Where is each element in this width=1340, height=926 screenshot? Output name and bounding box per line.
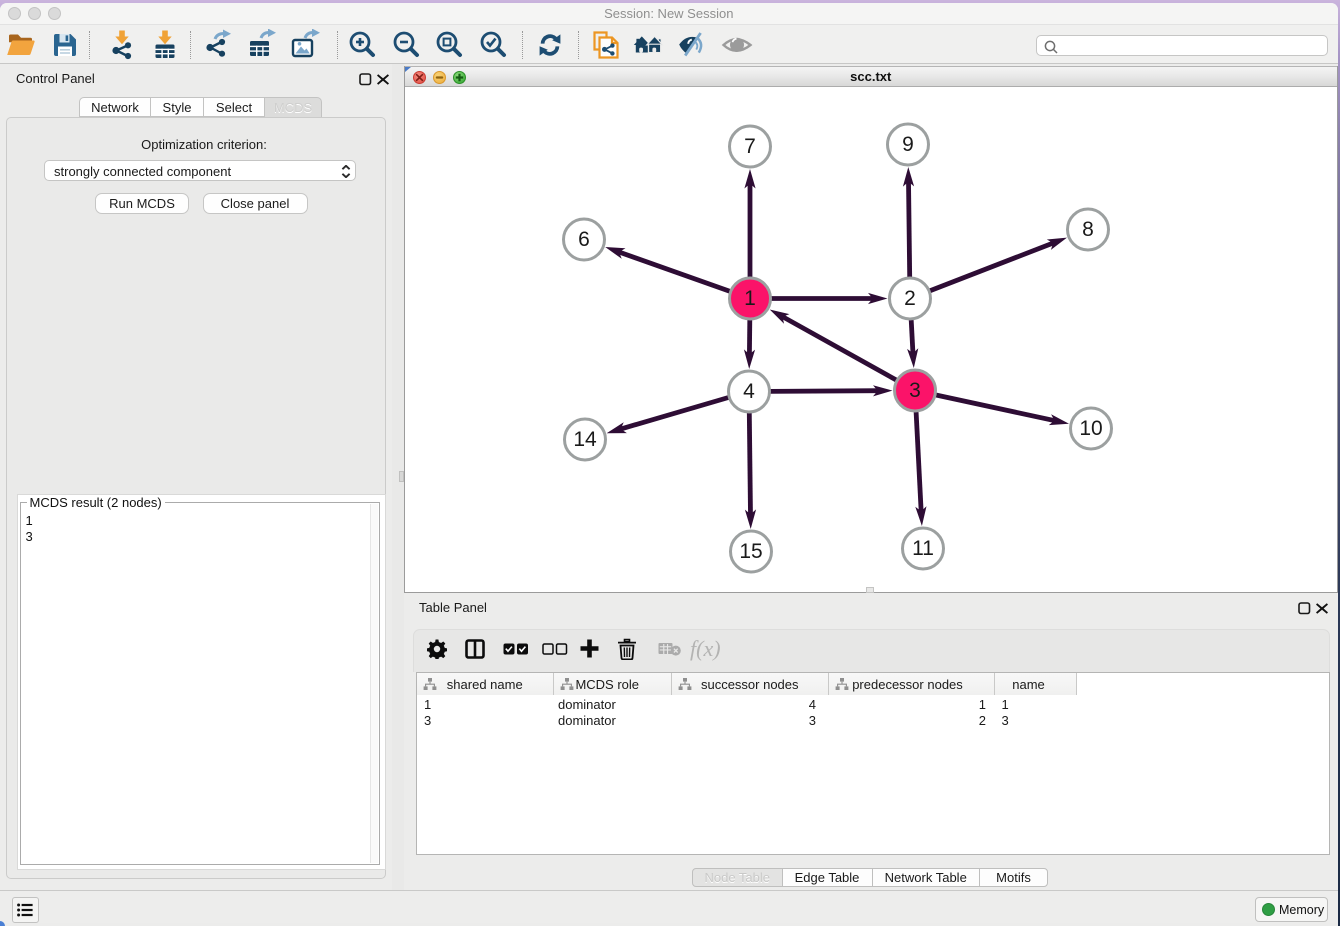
svg-text:1: 1 — [744, 287, 756, 310]
svg-text:6: 6 — [578, 228, 590, 251]
svg-text:14: 14 — [573, 428, 597, 451]
svg-text:2: 2 — [904, 287, 916, 310]
svg-text:8: 8 — [1082, 218, 1094, 241]
svg-text:4: 4 — [743, 380, 755, 403]
svg-text:3: 3 — [909, 379, 921, 402]
svg-text:7: 7 — [744, 135, 756, 158]
svg-text:11: 11 — [912, 537, 934, 560]
svg-text:15: 15 — [739, 540, 762, 563]
svg-text:9: 9 — [902, 133, 914, 156]
svg-text:10: 10 — [1079, 417, 1102, 440]
